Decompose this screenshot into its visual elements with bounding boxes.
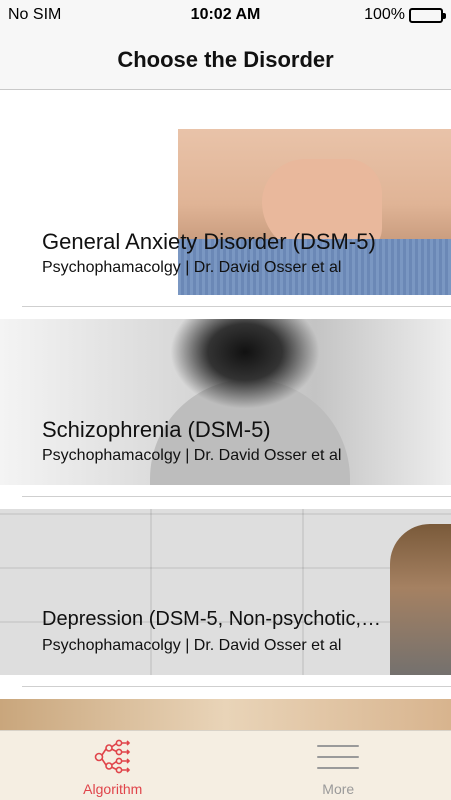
disorder-title: Schizophrenia (DSM-5) xyxy=(42,417,271,442)
disorder-card-partial[interactable] xyxy=(0,699,451,730)
list-divider xyxy=(22,686,451,687)
disorder-subtitle: Psychophamacolgy | Dr. David Osser et al xyxy=(42,447,342,464)
disorder-card-general-anxiety[interactable]: General Anxiety Disorder (DSM-5) Psychop… xyxy=(0,129,451,295)
tab-label: More xyxy=(322,781,355,797)
navigation-bar: Choose the Disorder xyxy=(0,30,451,90)
battery-percent: 100% xyxy=(364,6,405,23)
list-divider xyxy=(22,306,451,307)
disorder-title: Depression (DSM-5, Non-psychotic,… xyxy=(42,608,381,630)
battery-indicator: 100% xyxy=(364,6,446,24)
menu-icon xyxy=(314,737,362,777)
tab-bar: Algorithm More xyxy=(0,730,451,800)
disorder-title: General Anxiety Disorder (DSM-5) xyxy=(42,229,376,254)
page-title: Choose the Disorder xyxy=(117,46,334,72)
tab-label: Algorithm xyxy=(83,781,143,797)
tab-more[interactable]: More xyxy=(226,731,451,800)
disorder-card-depression[interactable]: Depression (DSM-5, Non-psychotic,… Psych… xyxy=(0,509,451,675)
status-bar: No SIM 10:02 AM 100% xyxy=(0,0,451,30)
disorder-subtitle: Psychophamacolgy | Dr. David Osser et al xyxy=(42,259,342,276)
disorder-subtitle: Psychophamacolgy | Dr. David Osser et al xyxy=(42,637,342,654)
disorder-list[interactable]: General Anxiety Disorder (DSM-5) Psychop… xyxy=(0,91,451,730)
algorithm-icon xyxy=(89,737,137,777)
tab-algorithm[interactable]: Algorithm xyxy=(0,731,226,800)
battery-icon xyxy=(409,7,446,23)
disorder-card-schizophrenia[interactable]: Schizophrenia (DSM-5) Psychophamacolgy |… xyxy=(0,319,451,485)
list-divider xyxy=(22,496,451,497)
